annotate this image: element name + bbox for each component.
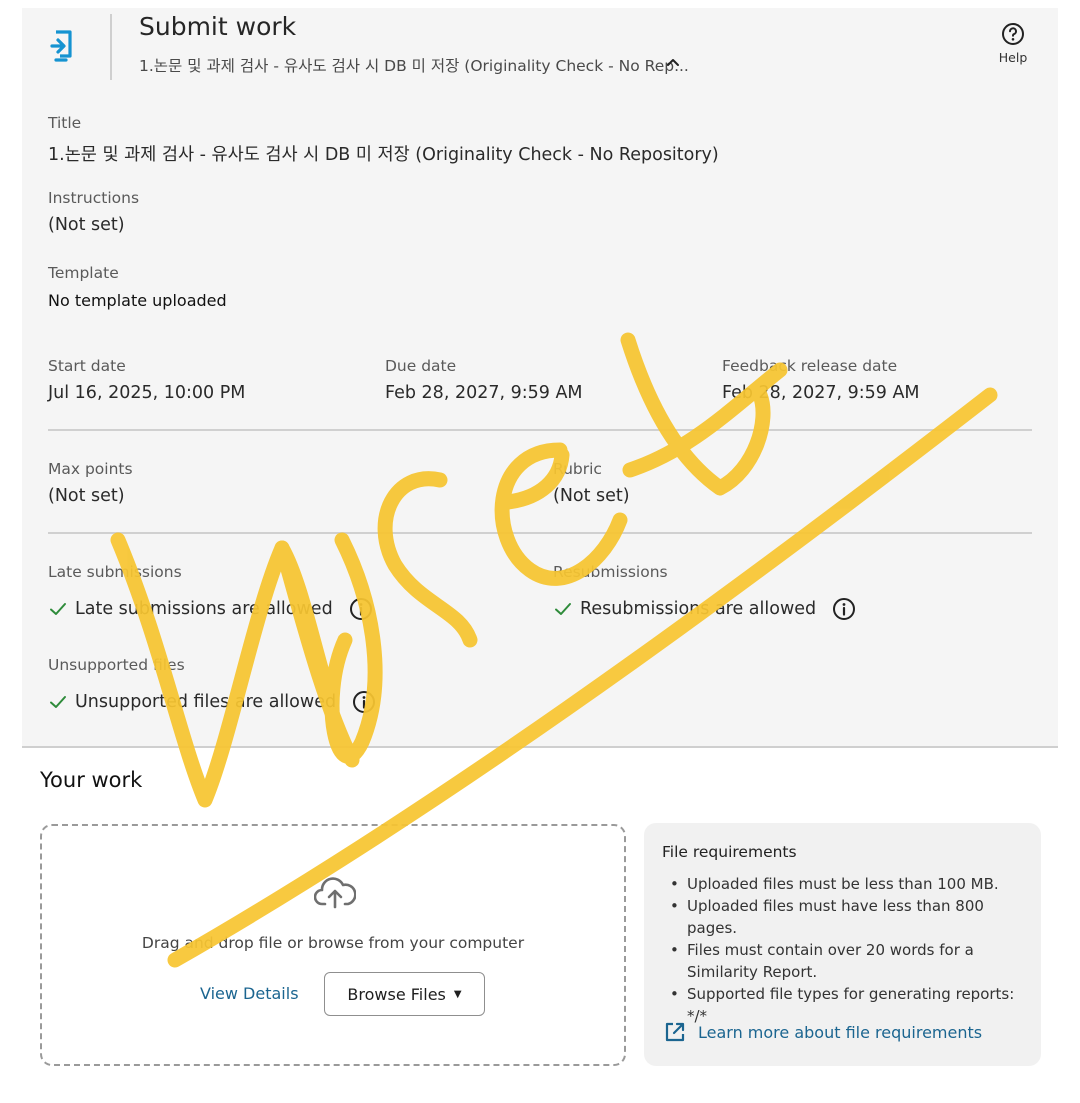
info-icon[interactable]	[349, 597, 373, 621]
instructions-label: Instructions	[48, 189, 140, 207]
section-divider	[48, 532, 1032, 534]
cloud-upload-icon	[314, 877, 356, 909]
unsupported-files-label: Unsupported files	[48, 656, 185, 674]
max-points-value: (Not set)	[48, 486, 125, 506]
title-value: 1.논문 및 과제 검사 - 유사도 검사 시 DB 미 저장 (Origina…	[48, 145, 719, 165]
late-submissions-value: Late submissions are allowed	[75, 599, 333, 619]
help-label: Help	[998, 50, 1028, 65]
info-icon[interactable]	[832, 597, 856, 621]
file-requirements-card: File requirements Uploaded files must be…	[644, 823, 1041, 1066]
page-title: Submit work	[139, 12, 297, 41]
help-button[interactable]: Help	[992, 22, 1034, 65]
template-label: Template	[48, 264, 119, 282]
chevron-up-icon[interactable]	[664, 54, 682, 72]
browse-files-label: Browse Files	[347, 984, 446, 1004]
resubmissions-label: Resubmissions	[553, 563, 668, 581]
browse-files-button[interactable]: Browse Files ▼	[324, 972, 485, 1016]
resubmissions-status: Resubmissions are allowed	[553, 597, 856, 621]
due-date-value: Feb 28, 2027, 9:59 AM	[385, 383, 583, 403]
list-item: Uploaded files must have less than 800 p…	[666, 895, 1028, 939]
checkmark-icon	[50, 696, 66, 708]
file-requirements-title: File requirements	[662, 843, 797, 861]
file-requirements-list: Uploaded files must be less than 100 MB.…	[666, 873, 1028, 1027]
list-item: Files must contain over 20 words for a S…	[666, 939, 1028, 983]
start-date-value: Jul 16, 2025, 10:00 PM	[48, 383, 246, 403]
feedback-date-value: Feb 28, 2027, 9:59 AM	[722, 383, 920, 403]
rubric-value: (Not set)	[553, 486, 630, 506]
unsupported-files-status: Unsupported files are allowed	[48, 690, 376, 714]
learn-more-link[interactable]: Learn more about file requirements	[664, 1021, 982, 1043]
rubric-label: Rubric	[553, 460, 602, 478]
late-submissions-label: Late submissions	[48, 563, 182, 581]
external-link-icon	[665, 1022, 685, 1042]
info-icon[interactable]	[352, 690, 376, 714]
title-label: Title	[48, 114, 82, 132]
unsupported-files-value: Unsupported files are allowed	[75, 692, 337, 712]
file-dropzone[interactable]: Drag and drop file or browse from your c…	[40, 824, 626, 1066]
view-details-link[interactable]: View Details	[200, 984, 299, 1003]
your-work-heading: Your work	[40, 768, 143, 792]
submit-file-icon	[50, 30, 72, 62]
template-value: No template uploaded	[48, 291, 227, 310]
page-header: Submit work 1.논문 및 과제 검사 - 유사도 검사 시 DB 미…	[22, 8, 1058, 88]
dropzone-instructions: Drag and drop file or browse from your c…	[141, 934, 525, 952]
help-icon	[1002, 23, 1024, 45]
assignment-details-panel: Submit work 1.논문 및 과제 검사 - 유사도 검사 시 DB 미…	[22, 8, 1058, 748]
max-points-label: Max points	[48, 460, 133, 478]
list-item: Uploaded files must be less than 100 MB.	[666, 873, 1028, 895]
resubmissions-value: Resubmissions are allowed	[580, 599, 817, 619]
learn-more-label: Learn more about file requirements	[698, 1022, 983, 1042]
header-divider	[110, 14, 112, 80]
late-submissions-status: Late submissions are allowed	[48, 597, 373, 621]
checkmark-icon	[555, 603, 571, 615]
instructions-value: (Not set)	[48, 215, 125, 235]
feedback-date-label: Feedback release date	[722, 357, 898, 375]
caret-down-icon: ▼	[453, 988, 462, 1000]
section-divider	[48, 429, 1032, 431]
assignment-breadcrumb[interactable]: 1.논문 및 과제 검사 - 유사도 검사 시 DB 미 저장 (Origina…	[139, 54, 689, 76]
due-date-label: Due date	[385, 357, 457, 375]
checkmark-icon	[50, 603, 66, 615]
start-date-label: Start date	[48, 357, 126, 375]
